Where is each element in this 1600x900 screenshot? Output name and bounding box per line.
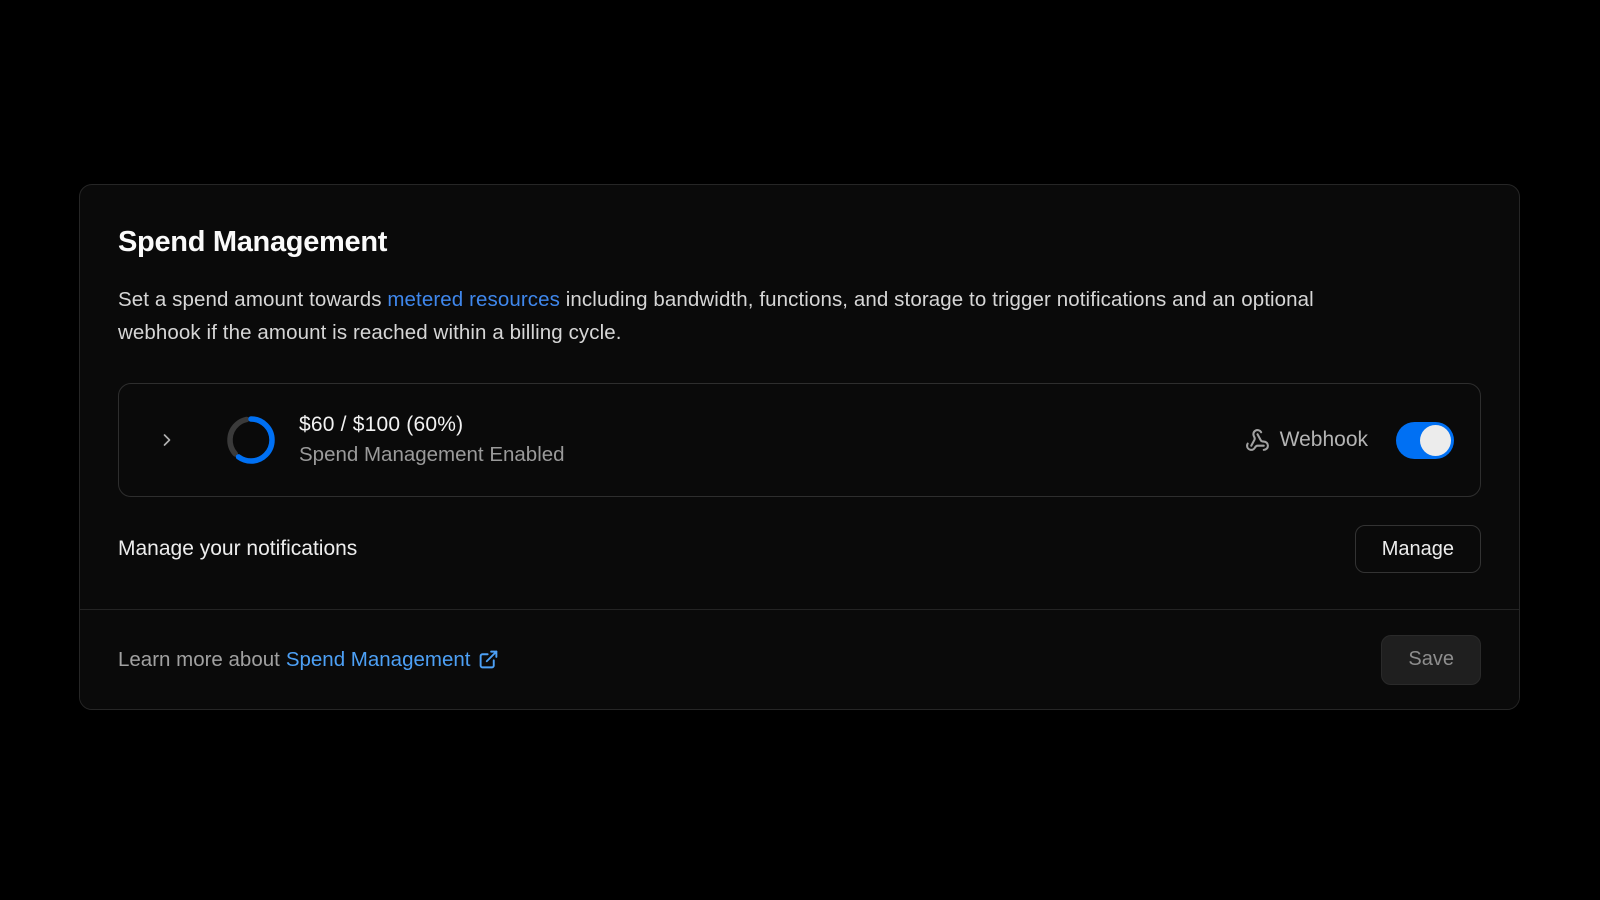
notifications-row: Manage your notifications Manage (118, 525, 1481, 573)
spend-status-text: $60 / $100 (60%) Spend Management Enable… (299, 413, 565, 467)
webhook-label: Webhook (1280, 428, 1368, 452)
notifications-label: Manage your notifications (118, 537, 357, 561)
spend-status-panel: $60 / $100 (60%) Spend Management Enable… (118, 383, 1481, 497)
learn-more-text: Learn more about Spend Management (118, 648, 499, 672)
learn-more-link[interactable]: Spend Management (286, 648, 500, 672)
card-body: Spend Management Set a spend amount towa… (80, 185, 1519, 609)
external-link-icon (478, 649, 499, 670)
learn-more-link-label: Spend Management (286, 648, 471, 672)
webhook-icon (1245, 428, 1270, 453)
spend-progress-ring (225, 414, 277, 466)
page-background: Spend Management Set a spend amount towa… (0, 0, 1600, 900)
learn-more-prefix: Learn more about (118, 648, 280, 672)
toggle-knob (1420, 425, 1451, 456)
spend-amount: $60 / $100 (60%) (299, 413, 565, 437)
expand-chevron-button[interactable] (151, 424, 183, 456)
webhook-group: Webhook (1245, 422, 1454, 459)
webhook-toggle[interactable] (1396, 422, 1454, 459)
description-suffix-line1: including bandwidth, functions, and stor… (560, 288, 1314, 311)
spend-status-label: Spend Management Enabled (299, 443, 565, 467)
save-button[interactable]: Save (1381, 635, 1481, 685)
description-prefix: Set a spend amount towards (118, 288, 387, 311)
page-title: Spend Management (118, 225, 1481, 259)
description-suffix-line2: webhook if the amount is reached within … (118, 321, 622, 344)
card-footer: Learn more about Spend Management Save (80, 609, 1519, 709)
manage-button[interactable]: Manage (1355, 525, 1481, 573)
chevron-right-icon (157, 430, 177, 450)
card-description: Set a spend amount towards metered resou… (118, 283, 1481, 349)
metered-resources-link[interactable]: metered resources (387, 288, 560, 311)
spend-management-card: Spend Management Set a spend amount towa… (79, 184, 1520, 710)
